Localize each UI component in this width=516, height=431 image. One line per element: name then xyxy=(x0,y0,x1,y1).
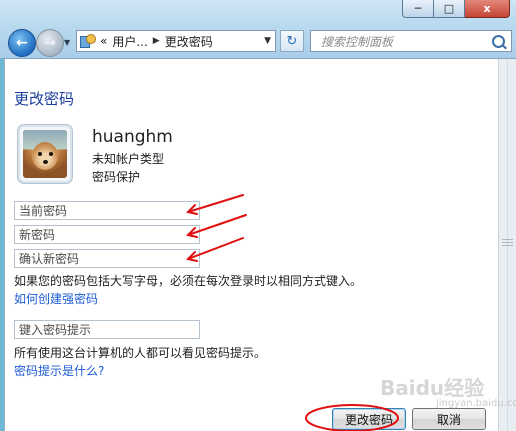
user-name: huanghm xyxy=(92,127,173,147)
breadcrumb-overflow[interactable]: « xyxy=(100,34,107,48)
search-box[interactable]: 搜索控制面板 xyxy=(310,30,512,52)
breadcrumb-change-password[interactable]: 更改密码 xyxy=(165,33,213,50)
minimize-button[interactable]: ─ xyxy=(402,0,434,18)
chevron-down-icon[interactable]: ▼ xyxy=(264,36,271,46)
forward-button[interactable]: → xyxy=(36,29,64,57)
new-password-field[interactable] xyxy=(14,225,200,244)
chevron-right-icon[interactable]: ▶ xyxy=(153,36,160,46)
close-icon: x xyxy=(483,2,491,15)
breadcrumb-user-accounts[interactable]: 用户... xyxy=(112,33,147,50)
minimize-icon: ─ xyxy=(414,2,422,15)
page-title: 更改密码 xyxy=(14,90,75,108)
cancel-button[interactable]: 取消 xyxy=(412,408,486,430)
caps-lock-note: 如果您的密码包括大写字母，必须在每次登录时以相同方式键入。 xyxy=(14,274,363,288)
account-type: 未知帐户类型 xyxy=(92,152,165,166)
address-bar[interactable]: « 用户... ▶ 更改密码 ▼ xyxy=(76,30,276,52)
arrow-right-icon: → xyxy=(44,35,56,51)
avatar xyxy=(18,125,72,183)
dog-avatar-image xyxy=(23,130,67,178)
current-password-field[interactable] xyxy=(14,201,200,220)
recent-pages-dropdown[interactable]: ▼ xyxy=(64,38,70,47)
watermark-logo: Baidu经验 xyxy=(380,376,485,400)
hint-visibility-note: 所有使用这台计算机的人都可以看见密码提示。 xyxy=(14,346,267,360)
strong-password-link[interactable]: 如何创建强密码 xyxy=(14,290,98,307)
confirm-password-field[interactable] xyxy=(14,249,200,268)
search-icon[interactable] xyxy=(492,34,505,48)
arrow-left-icon: ← xyxy=(16,35,28,51)
password-hint-help-link[interactable]: 密码提示是什么? xyxy=(14,362,104,379)
title-bar: ─ □ x ← → ▼ « 用户... ▶ 更改密码 ▼ ↻ 搜索控制面板 xyxy=(0,0,516,59)
password-status: 密码保护 xyxy=(92,170,141,184)
maximize-button[interactable]: □ xyxy=(434,0,465,18)
close-button[interactable]: x xyxy=(465,0,510,18)
password-hint-field[interactable] xyxy=(14,320,200,339)
change-password-button[interactable]: 更改密码 xyxy=(332,408,406,430)
back-button[interactable]: ← xyxy=(8,29,36,57)
search-placeholder: 搜索控制面板 xyxy=(321,34,394,49)
user-accounts-icon xyxy=(80,34,96,48)
maximize-icon: □ xyxy=(443,2,455,15)
refresh-button[interactable]: ↻ xyxy=(280,30,304,52)
vertical-scrollbar[interactable] xyxy=(498,59,516,431)
refresh-icon: ↻ xyxy=(286,33,298,49)
window-controls: ─ □ x xyxy=(402,0,510,18)
